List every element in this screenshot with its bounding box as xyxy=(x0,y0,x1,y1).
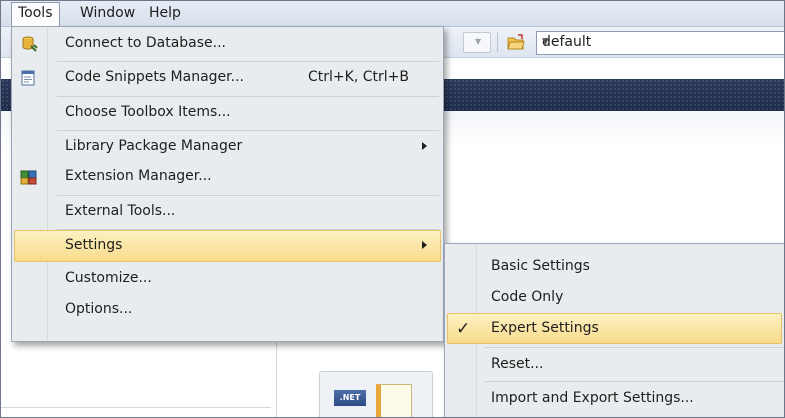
document-icon xyxy=(376,384,412,417)
submenu-item-label: Reset... xyxy=(491,356,544,372)
menu-item-options[interactable]: Options... xyxy=(14,294,441,326)
menu-item-choose-toolbox-items[interactable]: Choose Toolbox Items... xyxy=(14,97,441,129)
code-snippets-icon xyxy=(20,69,38,87)
submenu-arrow-icon xyxy=(422,142,427,150)
dotnet-badge: .NET xyxy=(334,390,366,406)
submenu-item-label: Basic Settings xyxy=(491,258,590,274)
menu-item-library-package-manager[interactable]: Library Package Manager xyxy=(14,131,441,163)
database-connect-icon xyxy=(20,35,38,53)
submenu-item-expert-settings[interactable]: ✓ Expert Settings xyxy=(447,313,782,344)
dotnet-tile[interactable]: .NET xyxy=(319,371,433,417)
section-divider xyxy=(1,407,271,408)
checkmark-icon: ✓ xyxy=(456,319,471,339)
open-folder-icon[interactable] xyxy=(507,33,525,51)
solution-configuration-combo[interactable]: default ▼ xyxy=(536,31,784,55)
menu-item-label: Extension Manager... xyxy=(65,168,212,184)
menu-item-label: Options... xyxy=(65,301,133,317)
menu-item-label: Connect to Database... xyxy=(65,35,226,51)
submenu-item-label: Expert Settings xyxy=(491,320,599,336)
toolbar-dropdown[interactable]: ▼ xyxy=(463,32,491,53)
menu-item-customize[interactable]: Customize... xyxy=(14,263,441,295)
menu-item-settings[interactable]: Settings xyxy=(14,230,441,262)
menu-item-connect-to-database[interactable]: Connect to Database... xyxy=(14,28,441,60)
settings-submenu: Basic Settings Code Only ✓ Expert Settin… xyxy=(444,243,784,417)
menu-item-label: External Tools... xyxy=(65,203,176,219)
menu-item-label: Choose Toolbox Items... xyxy=(65,104,231,120)
menu-item-code-snippets-manager[interactable]: Code Snippets Manager... Ctrl+K, Ctrl+B xyxy=(14,62,441,94)
menu-item-label: Code Snippets Manager... xyxy=(65,69,244,85)
submenu-item-label: Import and Export Settings... xyxy=(491,390,694,406)
menu-item-extension-manager[interactable]: Extension Manager... xyxy=(14,161,441,193)
submenu-separator xyxy=(485,347,784,348)
menu-window[interactable]: Window xyxy=(73,3,142,23)
extension-manager-icon xyxy=(20,168,38,186)
tools-dropdown-menu: Connect to Database... Code Snippets Man… xyxy=(11,26,444,342)
menu-item-shortcut: Ctrl+K, Ctrl+B xyxy=(308,69,409,85)
submenu-item-reset[interactable]: Reset... xyxy=(447,349,784,380)
submenu-separator xyxy=(485,381,784,382)
submenu-item-basic-settings[interactable]: Basic Settings xyxy=(447,251,784,282)
menu-help[interactable]: Help xyxy=(142,3,188,23)
menu-item-label: Library Package Manager xyxy=(65,138,243,154)
chevron-down-icon: ▼ xyxy=(475,37,482,46)
toolbar-separator xyxy=(497,32,498,52)
submenu-arrow-icon xyxy=(422,241,427,249)
ide-window: ▼ default ▼ .NET Tools Window Help Conne… xyxy=(0,0,785,418)
menu-item-label: Settings xyxy=(65,237,123,253)
submenu-item-label: Code Only xyxy=(491,289,564,305)
menu-tools[interactable]: Tools xyxy=(11,2,60,26)
submenu-item-import-export-settings[interactable]: Import and Export Settings... xyxy=(447,383,784,414)
chevron-down-icon: ▼ xyxy=(542,37,549,47)
submenu-item-code-only[interactable]: Code Only xyxy=(447,282,784,313)
menu-item-external-tools[interactable]: External Tools... xyxy=(14,196,441,228)
menu-bar: Tools Window Help xyxy=(1,1,784,27)
menu-item-label: Customize... xyxy=(65,270,152,286)
